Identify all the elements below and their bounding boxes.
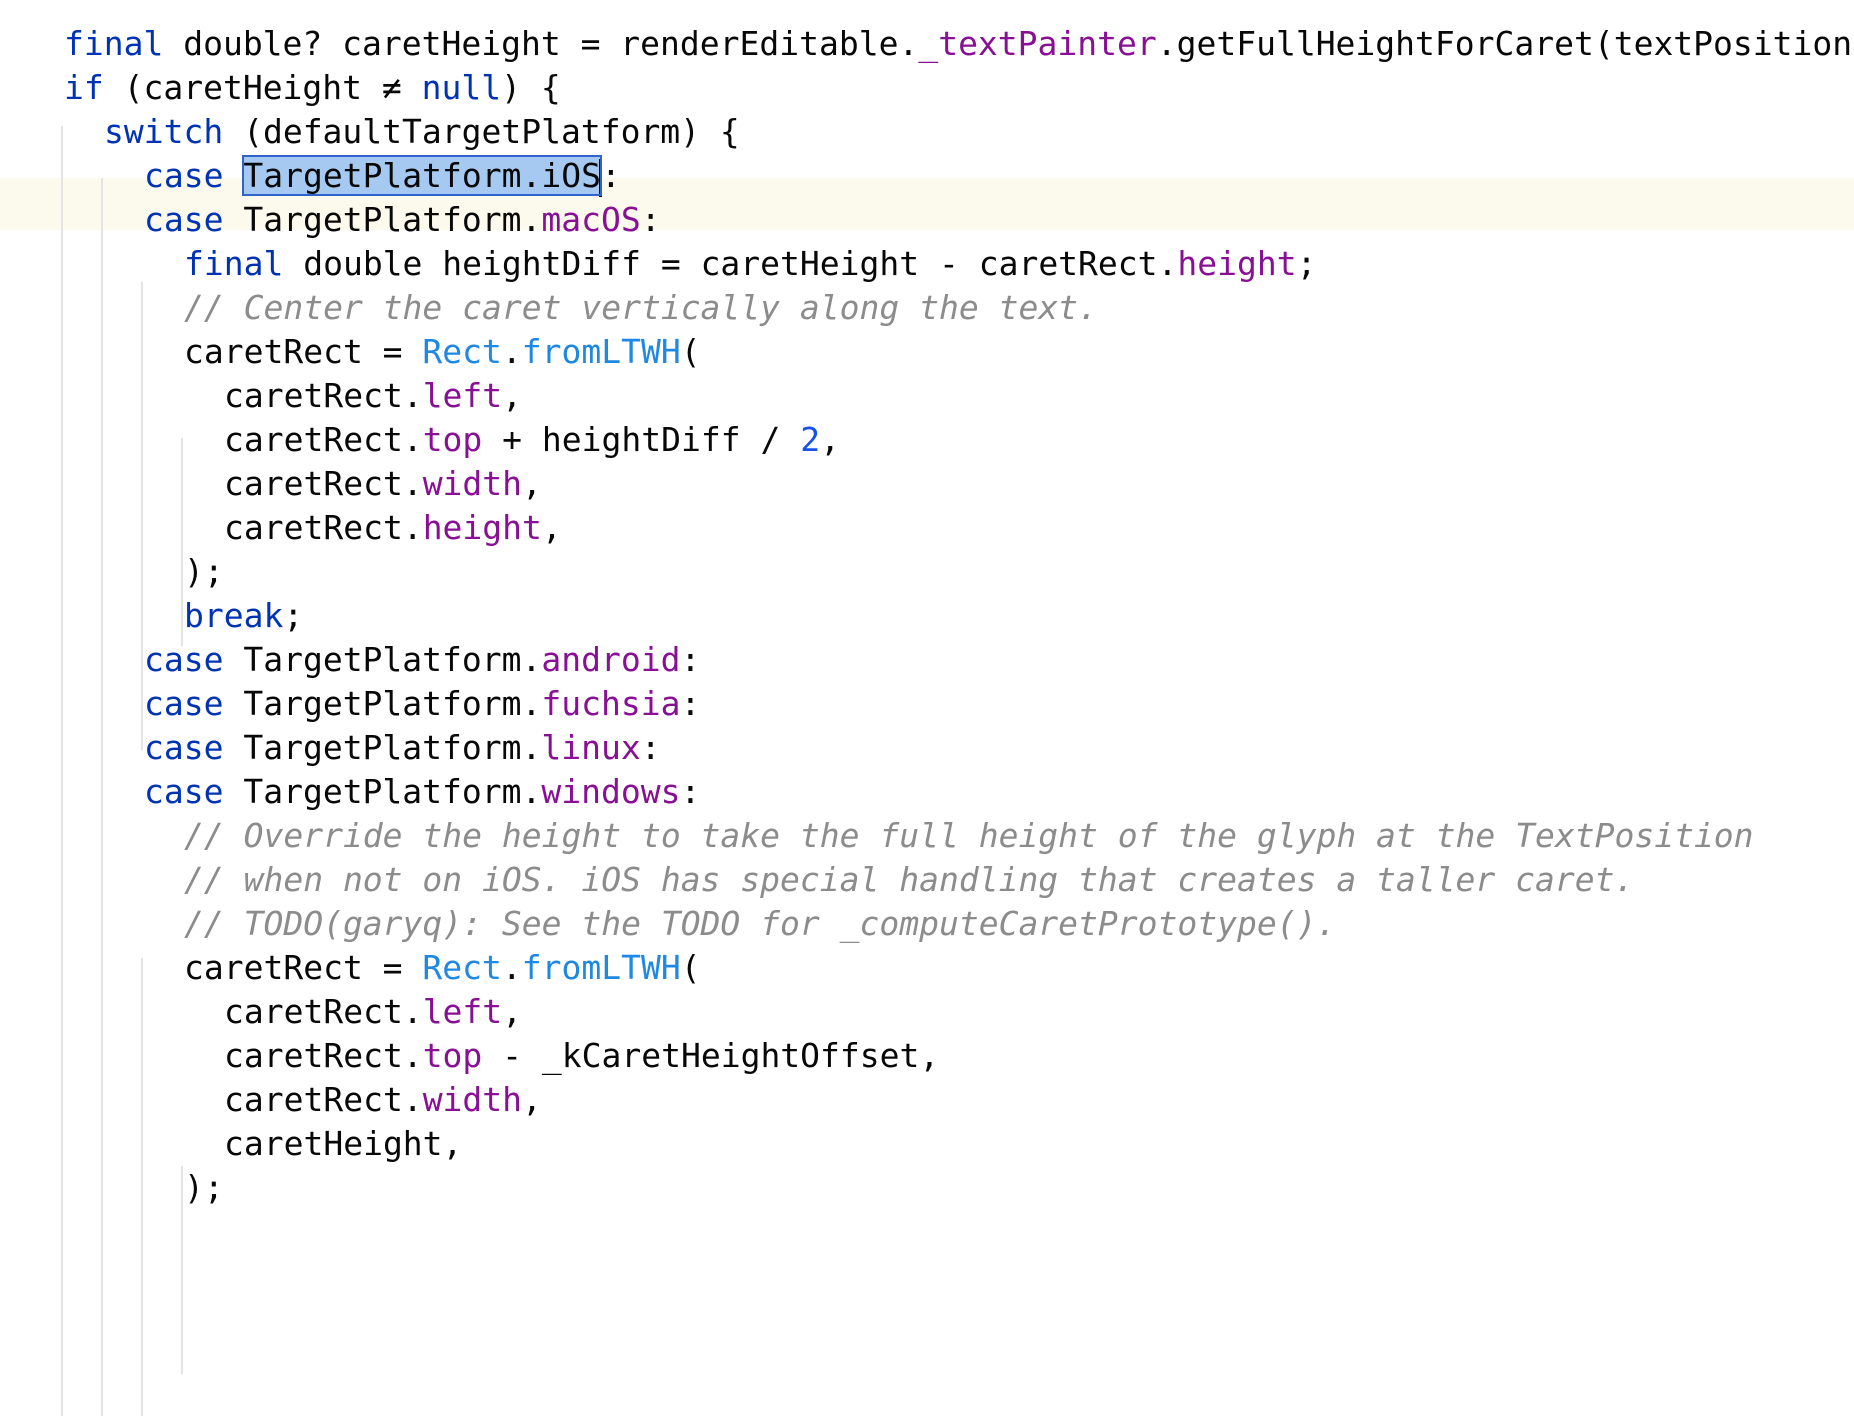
- selected-text: TargetPlatform.iOS: [242, 155, 602, 196]
- code-token: TargetPlatform.: [223, 728, 542, 767]
- code-token: null: [421, 68, 502, 107]
- code-token: case: [144, 200, 224, 239]
- code-token: width: [422, 464, 523, 503]
- indent-guide: [61, 126, 63, 1416]
- code-token: .: [501, 332, 522, 371]
- code-token: caretRect.: [224, 992, 423, 1031]
- code-token: top: [422, 1036, 483, 1075]
- code-token: caretRect.: [224, 1080, 423, 1119]
- code-token: Rect: [422, 332, 502, 371]
- code-token: caretRect.: [224, 508, 423, 547]
- code-token: :: [680, 640, 701, 679]
- code-token: (: [680, 948, 701, 987]
- code-token: height: [1177, 244, 1297, 283]
- code-token: .getFullHeightForCaret(textPosition: [1156, 24, 1853, 63]
- code-token: TargetPlatform.: [223, 640, 542, 679]
- code-token: fuchsia: [541, 684, 681, 723]
- code-token: - _kCaretHeightOffset,: [482, 1036, 940, 1075]
- code-token: windows: [541, 772, 681, 811]
- code-token: Rect: [422, 948, 502, 987]
- code-token: ;: [283, 596, 304, 635]
- code-token: caretRect.: [224, 1036, 423, 1075]
- code-token: // Center the caret vertically along the…: [184, 288, 1098, 327]
- code-token: break: [184, 596, 284, 635]
- code-token: case: [144, 640, 224, 679]
- code-token: :: [640, 728, 661, 767]
- code-token: :: [680, 772, 701, 811]
- code-token: height: [422, 508, 542, 547]
- code-token: TargetPlatform.: [223, 200, 542, 239]
- code-token: case: [144, 156, 224, 195]
- code-token: macOS: [541, 200, 641, 239]
- code-token: case: [144, 728, 224, 767]
- code-token: _textPainter: [918, 24, 1157, 63]
- code-token: ,: [522, 464, 542, 503]
- code-token: left: [422, 376, 503, 415]
- code-token: caretRect =: [184, 332, 423, 371]
- code-token: android: [541, 640, 681, 679]
- code-token: final: [64, 24, 164, 63]
- code-token: (caretHeight ≠: [103, 68, 422, 107]
- indent-guide: [141, 958, 143, 1416]
- indent-guide: [181, 1166, 183, 1374]
- code-token: case: [144, 772, 224, 811]
- code-token: double? caretHeight = renderEditable.: [163, 24, 919, 63]
- code-token: width: [422, 1080, 523, 1119]
- code-token: linux: [541, 728, 641, 767]
- code-token: (: [680, 332, 701, 371]
- code-token: fromLTWH: [521, 948, 681, 987]
- code-token: );: [184, 552, 224, 591]
- code-token: // when not on iOS. iOS has special hand…: [184, 860, 1635, 899]
- code-token: if: [64, 68, 104, 107]
- code-token: :: [640, 200, 661, 239]
- indent-guide: [181, 438, 183, 646]
- code-token: 2: [800, 420, 821, 459]
- code-token: case: [144, 684, 224, 723]
- code-token: TargetPlatform.: [223, 684, 542, 723]
- code-token: ,: [502, 376, 523, 415]
- code-token: caretRect =: [184, 948, 423, 987]
- code-editor[interactable]: final double? caretHeight = renderEditab…: [0, 0, 1854, 1416]
- code-token: caretRect.: [224, 420, 423, 459]
- code-token: // Override the height to take the full …: [184, 816, 1754, 855]
- code-token: ,: [541, 508, 562, 547]
- code-token: caretRect.: [224, 376, 423, 415]
- code-token: caretRect.: [224, 464, 423, 503]
- code-token: .: [501, 948, 522, 987]
- code-token: switch: [104, 112, 224, 151]
- code-token: ,: [820, 420, 840, 459]
- code-token: caretHeight,: [224, 1124, 463, 1163]
- code-token: ,: [502, 992, 523, 1031]
- code-token: left: [422, 992, 503, 1031]
- code-token: ;: [1296, 244, 1317, 283]
- code-token: double heightDiff = caretHeight - caretR…: [283, 244, 1178, 283]
- code-token: :: [600, 156, 621, 195]
- code-token: :: [680, 684, 701, 723]
- code-token: ,: [522, 1080, 542, 1119]
- code-token: // TODO(garyq): See the TODO for _comput…: [184, 904, 1337, 943]
- code-token: fromLTWH: [521, 332, 681, 371]
- code-token: );: [184, 1168, 224, 1207]
- code-token: ) {: [501, 68, 561, 107]
- code-token: top: [422, 420, 483, 459]
- indent-guide: [101, 178, 103, 1416]
- indent-guide: [141, 282, 143, 750]
- code-token: (defaultTargetPlatform) {: [223, 112, 740, 151]
- code-token: + heightDiff /: [482, 420, 801, 459]
- code-line[interactable]: );: [184, 1162, 1854, 1214]
- code-token: TargetPlatform.: [223, 772, 542, 811]
- code-token: final: [184, 244, 284, 283]
